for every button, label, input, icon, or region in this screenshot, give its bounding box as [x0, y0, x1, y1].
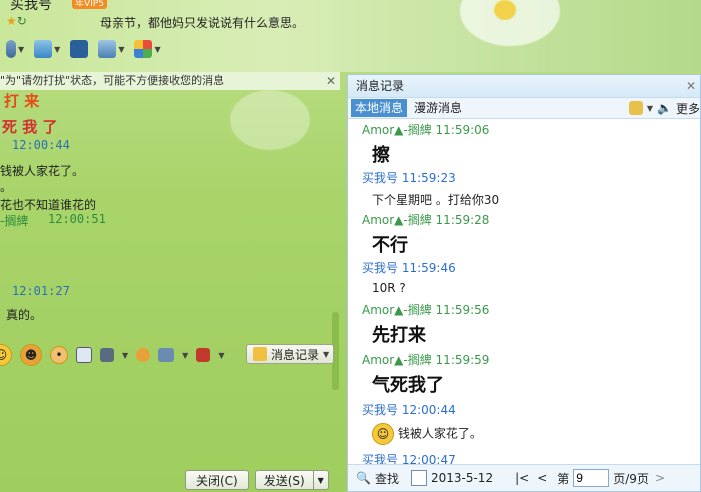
message-text: 不行: [372, 235, 408, 256]
top-toolbar: ▼ ▼ ▼ ▼: [6, 40, 161, 58]
chat-sender: -搁綼: [0, 214, 29, 228]
chevron-down-icon: ▼: [323, 349, 330, 359]
face-icon[interactable]: ☺: [0, 344, 12, 366]
close-icon[interactable]: ✕: [326, 72, 336, 90]
cookie-icon[interactable]: •: [50, 346, 68, 364]
message-text: 先打来: [372, 325, 426, 346]
panel-title: 消息记录: [356, 79, 405, 93]
chevron-down-icon: ▼: [118, 44, 125, 54]
message-sender: Amor▲-搁綼 11:59:56: [362, 303, 490, 317]
contact-signature: 母亲节，都他妈只发说说有什么意思。: [100, 16, 305, 30]
message-text: 下个星期吧 。打给你30: [372, 193, 500, 207]
folder-icon: [34, 40, 53, 58]
settings-icon[interactable]: [628, 101, 643, 115]
screenshot-icon[interactable]: [100, 348, 114, 362]
search-icon[interactable]: 🔍: [356, 471, 371, 485]
more-link[interactable]: 更多: [676, 100, 700, 117]
date-label[interactable]: 2013-5-12: [431, 471, 493, 485]
voice-button[interactable]: ▼: [6, 40, 24, 58]
status-icons: ★↻: [6, 14, 27, 28]
send-image-button[interactable]: [70, 40, 89, 58]
next-page-icon[interactable]: >: [655, 471, 665, 485]
calendar-icon[interactable]: [410, 470, 427, 486]
chevron-down-icon[interactable]: ▼: [182, 351, 188, 360]
action-buttons: 关闭(C) 发送(S) ▼: [185, 470, 329, 490]
message-sender: 买我号 11:59:23: [362, 171, 456, 185]
panel-footer: 🔍 查找 2013-5-12 |< < 第 页/9页 >: [348, 464, 700, 491]
chat-timestamp: 12:00:51: [48, 212, 106, 226]
header-flower-center: [494, 0, 516, 20]
contact-name[interactable]: 买我号: [10, 0, 52, 14]
chat-line: 真的。: [6, 308, 43, 322]
magic-face-icon[interactable]: ☻: [20, 344, 42, 366]
dnd-notice-text: "为"请勿打扰"状态，可能不方便接收您的消息: [0, 74, 225, 87]
message-sender: Amor▲-搁綼 11:59:28: [362, 213, 490, 227]
panel-title-bar: 消息记录 ✕: [348, 75, 700, 98]
chat-line: 死 我 了: [2, 118, 58, 136]
message-emoji-text: ☺ 钱被人家花了。: [372, 423, 482, 445]
message-sender: 买我号 12:00:44: [362, 403, 456, 417]
image-send-icon: [70, 40, 89, 58]
close-button[interactable]: 关闭(C): [185, 470, 249, 490]
first-page-icon[interactable]: |<: [515, 471, 529, 485]
chevron-down-icon[interactable]: ▼: [218, 351, 224, 360]
chevron-down-icon[interactable]: ▼: [647, 104, 653, 113]
prev-page-icon[interactable]: <: [537, 471, 547, 485]
chevron-down-icon: ▼: [154, 44, 161, 54]
chevron-down-icon[interactable]: ▼: [122, 351, 128, 360]
vip-badge: 年VIP5: [72, 0, 107, 9]
microphone-icon: [6, 40, 16, 58]
speaker-icon[interactable]: 🔈: [657, 101, 672, 115]
message-sender: 买我号 11:59:46: [362, 261, 456, 275]
image-icon[interactable]: [76, 347, 92, 363]
file-transfer-button[interactable]: ▼: [34, 40, 60, 58]
clock-icon: [253, 347, 267, 361]
send-button-group: 发送(S) ▼: [254, 470, 329, 490]
search-link[interactable]: 查找: [375, 470, 399, 487]
message-text: 10R ?: [372, 281, 406, 295]
message-sender: Amor▲-搁綼 11:59:59: [362, 353, 490, 367]
apps-button[interactable]: ▼: [134, 40, 161, 58]
message-list: Amor▲-搁綼 11:59:06 擦 买我号 11:59:23 下个星期吧 。…: [348, 119, 700, 467]
chat-line: 钱被人家花了。: [0, 164, 85, 178]
chevron-down-icon: ▼: [54, 44, 61, 54]
panel-tools: ▼ 🔈 更多: [628, 98, 700, 118]
message-text: 擦: [372, 145, 390, 166]
screen-share-button[interactable]: ▼: [98, 40, 124, 58]
remote-icon[interactable]: [158, 348, 175, 362]
gift-icon[interactable]: [196, 348, 211, 362]
chevron-down-icon: ▼: [18, 44, 25, 54]
apps-grid-icon: [134, 40, 153, 58]
refresh-icon: ↻: [16, 14, 27, 28]
page-prefix: 第: [557, 471, 570, 486]
message-sender: Amor▲-搁綼 11:59:06: [362, 123, 490, 137]
page-number-input[interactable]: [573, 469, 610, 487]
dnd-notice: "为"请勿打扰"状态，可能不方便接收您的消息 ✕: [0, 72, 340, 90]
monitor-icon: [98, 40, 117, 58]
chat-timestamp: 12:01:27: [12, 284, 70, 298]
chat-line: 花也不知道谁花的: [0, 198, 97, 212]
send-button[interactable]: 发送(S): [256, 471, 313, 489]
chat-line: 。: [0, 180, 13, 194]
page-suffix: 页/9页: [613, 471, 649, 486]
tab-local-messages[interactable]: 本地消息: [351, 99, 408, 117]
chat-pane: "为"请勿打扰"状态，可能不方便接收您的消息 ✕ 打 来 死 我 了 12:00…: [0, 72, 340, 492]
panel-tabs: 本地消息 漫游消息 ▼ 🔈 更多: [348, 98, 700, 119]
message-record-panel: 消息记录 ✕ 本地消息 漫游消息 ▼ 🔈 更多 Amor▲-搁綼 11:59:0…: [347, 74, 701, 492]
chat-line: 打 来: [4, 92, 40, 110]
chat-timestamp: 12:00:44: [12, 138, 70, 152]
message-text: 钱被人家花了。: [397, 426, 482, 441]
smiley-face-icon: ☺: [372, 423, 394, 445]
message-record-button[interactable]: 消息记录 ▼: [246, 344, 334, 364]
tab-roaming-messages[interactable]: 漫游消息: [410, 99, 466, 117]
chat-header: 买我号 年VIP5 ★↻ 母亲节，都他妈只发说说有什么意思。 ▼ ▼ ▼ ▼: [0, 0, 701, 72]
star-icon: ★: [6, 14, 17, 28]
message-record-label: 消息记录: [271, 347, 320, 362]
music-icon[interactable]: [136, 348, 151, 362]
send-options-arrow[interactable]: ▼: [312, 471, 328, 489]
close-icon[interactable]: ✕: [686, 75, 696, 97]
message-text: 气死我了: [372, 375, 444, 396]
